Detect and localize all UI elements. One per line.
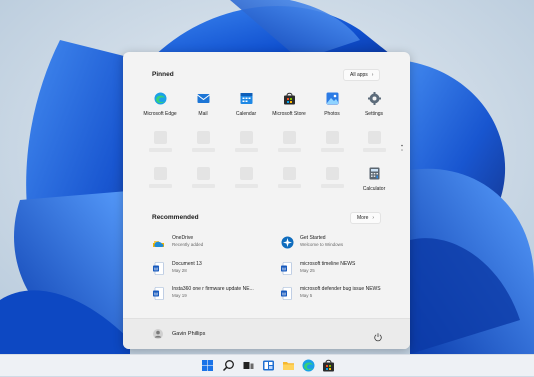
- placeholder-app-tile: [197, 167, 210, 180]
- recommended-item[interactable]: W microsoft defender bug issue NEWS May …: [281, 286, 401, 304]
- placeholder-app-label: [321, 184, 344, 188]
- placeholder-app-label: [192, 148, 215, 152]
- placeholder-app-label: [149, 184, 172, 188]
- recommended-item-name: microsoft timeline NEWS: [300, 261, 356, 267]
- recommended-item-detail: May 25: [300, 268, 315, 273]
- placeholder-app-tile: [154, 131, 167, 144]
- widgets-icon[interactable]: [262, 359, 275, 372]
- photos-icon: [326, 92, 339, 105]
- store-icon: [283, 92, 296, 105]
- all-apps-button[interactable]: All apps ›: [343, 69, 381, 81]
- start-menu: Pinned All apps › Microsoft Edge Mail Cal…: [123, 52, 410, 349]
- edge-icon[interactable]: [302, 359, 315, 372]
- word-doc-icon: W: [153, 287, 164, 300]
- calculator-icon: [368, 167, 381, 180]
- get-started-icon: [281, 236, 294, 249]
- recommended-item-detail: May 5: [300, 293, 313, 298]
- recommended-item[interactable]: OneDrive Recently added: [153, 235, 273, 253]
- placeholder-app-tile: [368, 131, 381, 144]
- recommended-item-name: Get Started: [300, 235, 326, 241]
- recommended-item-name: Document 13: [172, 261, 202, 267]
- placeholder-app-label: [235, 148, 258, 152]
- recommended-item[interactable]: W microsoft timeline NEWS May 25: [281, 261, 401, 279]
- windows-start-icon[interactable]: [201, 359, 214, 372]
- pinned-app-label: Calculator: [362, 186, 386, 192]
- mail-icon: [196, 92, 210, 105]
- chevron-right-icon: ›: [372, 215, 375, 221]
- search-icon[interactable]: [222, 359, 235, 372]
- task-view-icon[interactable]: [242, 359, 255, 372]
- placeholder-app-label: [149, 148, 172, 152]
- word-doc-icon: W: [281, 287, 292, 300]
- recommended-item-name: Insta360 one r firmware update NE...: [172, 286, 254, 292]
- word-doc-icon: W: [281, 262, 292, 275]
- word-doc-icon: W: [153, 262, 164, 275]
- recommended-heading: Recommended: [152, 214, 199, 221]
- recommended-item-detail: May 28: [172, 268, 187, 273]
- placeholder-app-tile: [326, 131, 339, 144]
- taskbar: [0, 354, 534, 376]
- placeholder-app-label: [363, 148, 386, 152]
- power-icon[interactable]: [373, 329, 383, 342]
- chevron-right-icon: ›: [371, 72, 374, 78]
- placeholder-app-tile: [326, 167, 339, 180]
- placeholder-app-label: [235, 184, 258, 188]
- recommended-item-detail: Welcome to Windows: [300, 242, 344, 247]
- placeholder-app-tile: [240, 167, 253, 180]
- start-menu-footer: Gavin Phillips: [123, 318, 410, 349]
- file-explorer-icon[interactable]: [282, 359, 295, 372]
- onedrive-icon: [153, 236, 164, 249]
- pinned-app-settings[interactable]: Settings: [349, 92, 399, 117]
- placeholder-app-tile: [240, 131, 253, 144]
- all-apps-label: All apps: [350, 72, 368, 78]
- gear-icon: [367, 92, 381, 105]
- recommended-item-detail: May 19: [172, 293, 187, 298]
- recommended-item-detail: Recently added: [172, 242, 204, 247]
- user-name[interactable]: Gavin Phillips: [172, 331, 205, 337]
- placeholder-app-label: [278, 184, 301, 188]
- user-avatar[interactable]: [153, 329, 163, 339]
- more-button[interactable]: More ›: [350, 212, 382, 224]
- store-icon[interactable]: [322, 359, 335, 372]
- recommended-item[interactable]: W Document 13 May 28: [153, 261, 273, 279]
- placeholder-app-label: [278, 148, 301, 152]
- page-indicator[interactable]: [401, 139, 403, 151]
- recommended-item-name: OneDrive: [172, 235, 194, 241]
- recommended-item-name: microsoft defender bug issue NEWS: [300, 286, 381, 292]
- placeholder-app-label: [321, 148, 344, 152]
- placeholder-app-label: [192, 184, 215, 188]
- recommended-item[interactable]: W Insta360 one r firmware update NE... M…: [153, 286, 273, 304]
- pinned-app-label: Settings: [364, 111, 384, 117]
- placeholder-app-tile: [283, 131, 296, 144]
- recommended-item[interactable]: Get Started Welcome to Windows: [281, 235, 401, 253]
- pinned-heading: Pinned: [152, 71, 174, 78]
- more-label: More: [357, 215, 369, 221]
- placeholder-app-tile: [197, 131, 210, 144]
- edge-icon: [154, 92, 167, 105]
- placeholder-app-tile: [154, 167, 167, 180]
- pinned-app-calculator[interactable]: Calculator: [349, 167, 399, 192]
- calendar-icon: [240, 92, 253, 105]
- placeholder-app-tile: [283, 167, 296, 180]
